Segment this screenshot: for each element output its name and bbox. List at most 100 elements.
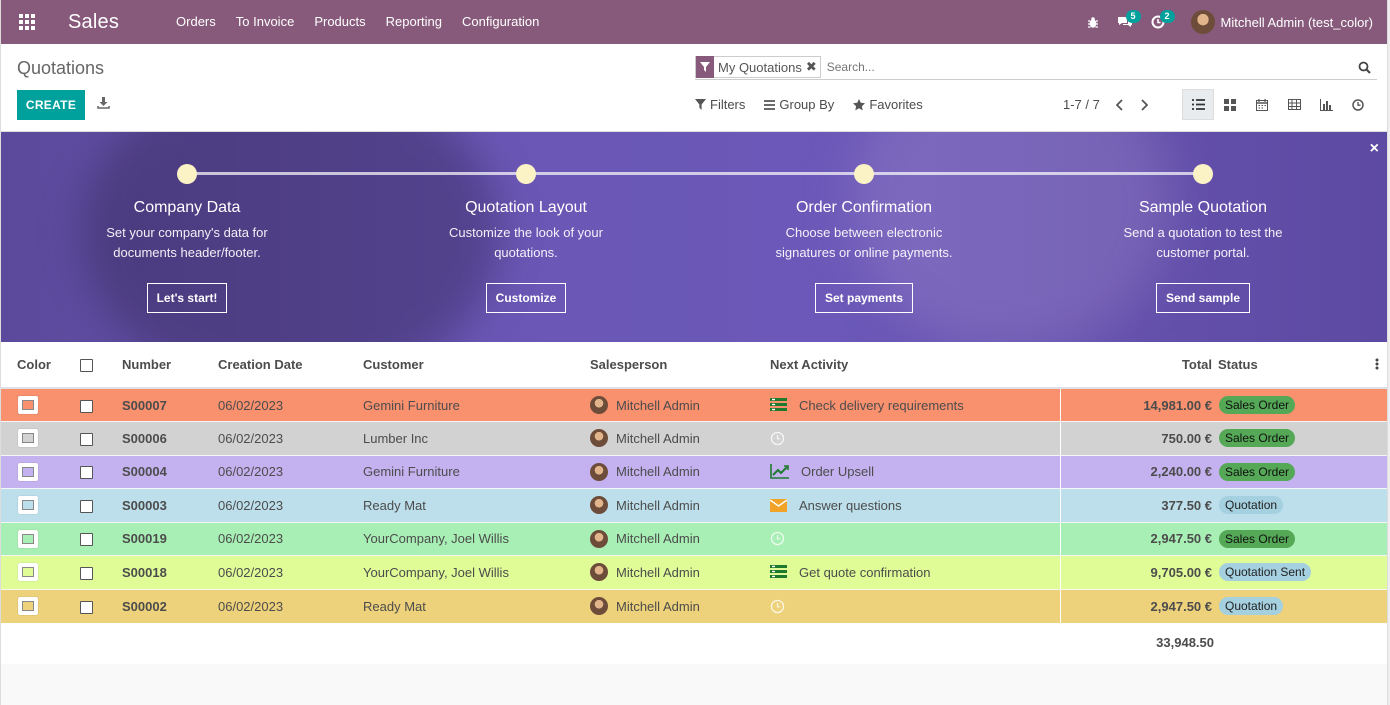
activities-icon[interactable]: 2 [1151,0,1175,44]
pager-value[interactable]: 1-7 / 7 [1063,97,1100,112]
envelope-icon[interactable] [770,498,793,512]
table-row[interactable]: S00018 06/02/2023 YourCompany, Joel Will… [1,555,1387,589]
row-checkbox[interactable] [80,432,93,446]
salesperson: Mitchell Admin [616,464,700,480]
list-view-icon[interactable] [1182,89,1214,120]
messages-icon[interactable]: 5 [1117,0,1141,44]
step-title: Company Data [133,199,241,216]
graph-view-icon[interactable] [1310,89,1342,120]
menu-products[interactable]: Products [304,0,375,44]
app-brand[interactable]: Sales [68,11,119,34]
creation-date: 06/02/2023 [218,387,363,422]
color-swatch[interactable] [18,396,38,414]
column-status[interactable]: Status [1218,357,1258,372]
color-swatch[interactable] [18,496,38,515]
column-color[interactable]: Color [1,342,63,389]
customer: Gemini Furniture [363,454,590,489]
clock-icon[interactable] [770,531,791,546]
color-swatch[interactable] [18,429,38,448]
search-facet: My Quotations ✖ [695,56,821,78]
color-swatch[interactable] [18,462,38,481]
column-total[interactable]: Total [1060,342,1218,389]
clock-icon[interactable] [770,431,791,446]
table-row[interactable]: S00004 06/02/2023 Gemini Furniture Mitch… [1,454,1387,489]
row-checkbox[interactable] [80,399,93,413]
activity-view-icon[interactable] [1342,89,1374,120]
row-checkbox[interactable] [80,533,93,547]
row-checkbox[interactable] [80,566,93,580]
optional-columns-icon[interactable] [1375,358,1379,373]
menu-to-invoice[interactable]: To Invoice [226,0,305,44]
pager-previous-icon[interactable] [1115,98,1124,111]
select-all-checkbox[interactable] [80,359,93,373]
next-activity: Order Upsell [801,464,874,480]
next-activity: Get quote confirmation [799,564,931,580]
total: 2,947.50 € [1059,588,1218,623]
status-cell: Sales Order [1218,387,1387,422]
activities-badge: 2 [1159,10,1175,23]
table-row[interactable]: S00006 06/02/2023 Lumber Inc Mitchell Ad… [1,421,1387,455]
facet-remove-icon[interactable]: ✖ [806,59,820,75]
select-cell [63,387,122,422]
salesperson-cell: Mitchell Admin [590,421,770,455]
color-swatch[interactable] [18,597,38,615]
groupby-button[interactable]: Group By [764,97,834,112]
lets-start-button[interactable]: Let's start! [146,283,228,313]
step-order-confirmation: Order Confirmation Choose between electr… [734,164,994,313]
menu-configuration[interactable]: Configuration [452,0,549,44]
banner-close-icon[interactable]: × [1370,140,1379,158]
quotations-list: Color Number Creation Date Customer Sale… [1,342,1387,663]
create-button[interactable]: CREATE [17,90,85,120]
favorites-button[interactable]: Favorites [853,97,923,112]
table-row[interactable]: S00019 06/02/2023 YourCompany, Joel Will… [1,521,1387,556]
step-description: Set your company's data for documents hea… [106,225,268,260]
systray: 5 2 Mitchell Admin (test_color) [1069,0,1373,44]
user-menu[interactable]: Mitchell Admin (test_color) [1190,10,1373,34]
column-number[interactable]: Number [122,342,218,389]
filters-button[interactable]: Filters [695,97,745,112]
top-navbar: Sales Orders To Invoice Products Reporti… [1,0,1387,44]
salesperson-avatar [590,529,608,548]
salesperson-avatar [590,396,608,414]
column-salesperson[interactable]: Salesperson [590,342,770,389]
total: 377.50 € [1059,488,1218,522]
creation-date: 06/02/2023 [218,555,363,589]
search-input[interactable] [826,60,1377,74]
order-number: S00004 [122,454,218,489]
salesperson-avatar [590,563,608,582]
tasks-icon[interactable] [770,398,793,412]
row-checkbox[interactable] [80,499,93,513]
filter-facet-icon [696,56,714,78]
clock-icon[interactable] [770,599,791,614]
pivot-view-icon[interactable] [1278,89,1310,120]
column-customer[interactable]: Customer [363,342,590,389]
table-row[interactable]: S00007 06/02/2023 Gemini Furniture Mitch… [1,387,1387,422]
row-checkbox[interactable] [80,466,93,480]
chart-line-icon[interactable] [770,464,795,480]
menu-reporting[interactable]: Reporting [376,0,452,44]
sales-app: Sales Orders To Invoice Products Reporti… [0,0,1388,705]
set-payments-button[interactable]: Set payments [814,283,914,313]
next-activity: Check delivery requirements [799,397,964,413]
column-creation-date[interactable]: Creation Date [218,342,363,389]
calendar-view-icon[interactable] [1246,89,1278,120]
color-swatch[interactable] [18,529,38,548]
table-row[interactable]: S00002 06/02/2023 Ready Mat Mitchell Adm… [1,588,1387,623]
customer: Ready Mat [363,488,590,522]
table-row[interactable]: S00003 06/02/2023 Ready Mat Mitchell Adm… [1,488,1387,522]
next-activity-cell: Get quote confirmation [770,555,1060,589]
kanban-view-icon[interactable] [1214,89,1246,120]
customize-button[interactable]: Customize [485,283,567,313]
color-swatch[interactable] [18,563,38,582]
tasks-icon[interactable] [770,565,793,579]
download-icon[interactable] [97,96,110,112]
search-icon[interactable] [1358,61,1371,77]
column-next-activity[interactable]: Next Activity [770,342,1060,389]
menu-orders[interactable]: Orders [166,0,226,44]
pager-next-icon[interactable] [1140,98,1148,111]
bug-icon[interactable] [1087,0,1099,44]
row-checkbox[interactable] [80,600,93,614]
breadcrumb: Quotations [17,58,105,78]
send-sample-button[interactable]: Send sample [1155,283,1251,313]
apps-menu-icon[interactable] [1,0,53,44]
